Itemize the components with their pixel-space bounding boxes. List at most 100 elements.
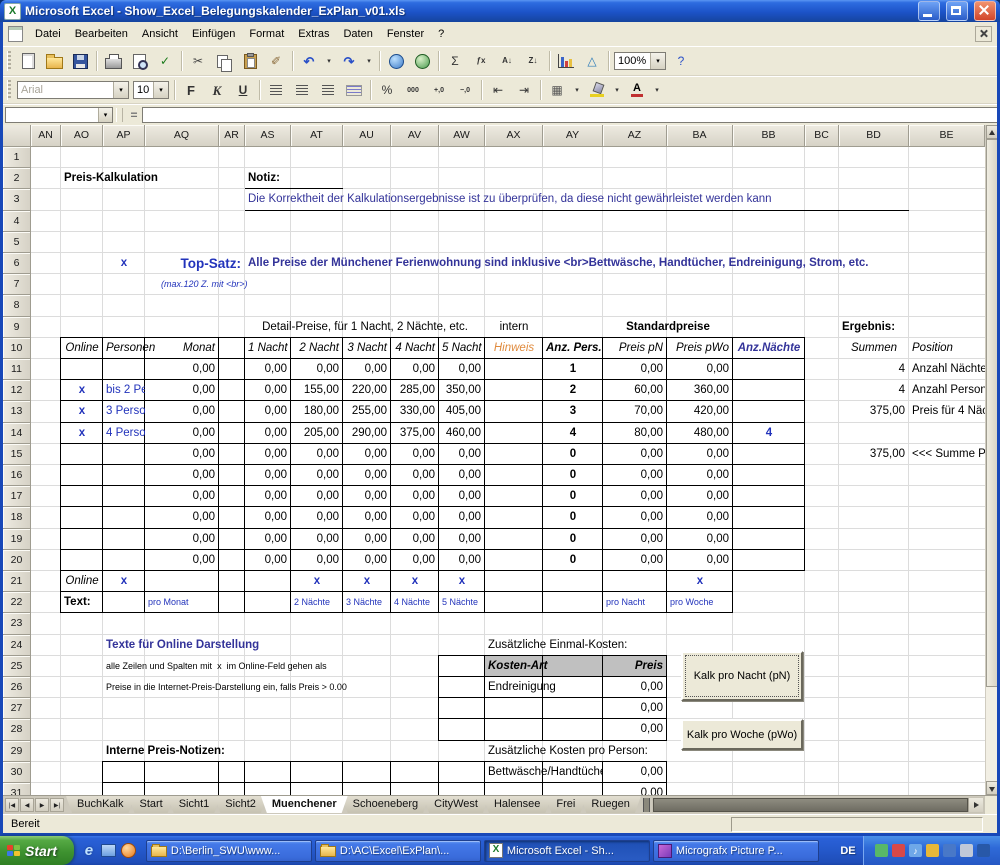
cell-bd13[interactable]: 375,00 bbox=[839, 401, 909, 422]
borders-button[interactable]: ▦ bbox=[545, 79, 569, 101]
cell-ay12[interactable]: 2 bbox=[543, 380, 603, 401]
close-button[interactable] bbox=[974, 1, 996, 21]
cell-be12[interactable]: Anzahl Personen bbox=[909, 380, 985, 401]
row-header-7[interactable]: 7 bbox=[3, 274, 31, 295]
cell-az25[interactable]: Preis bbox=[603, 656, 667, 677]
cell-aw20[interactable]: 0,00 bbox=[439, 550, 485, 571]
column-header-an[interactable]: AN bbox=[31, 125, 61, 147]
cell-az11[interactable]: 0,00 bbox=[603, 359, 667, 380]
sheet-tab-citywest[interactable]: CityWest bbox=[423, 796, 489, 813]
cell-as16[interactable]: 0,00 bbox=[245, 465, 291, 486]
cell-au16[interactable]: 0,00 bbox=[343, 465, 391, 486]
tray-icon-1[interactable] bbox=[875, 844, 888, 857]
row-header-15[interactable]: 15 bbox=[3, 444, 31, 465]
cell-av19[interactable]: 0,00 bbox=[391, 529, 439, 550]
cell-ay20[interactable]: 0 bbox=[543, 550, 603, 571]
sort-descending-button[interactable]: Z↓ bbox=[521, 50, 545, 72]
row-header-3[interactable]: 3 bbox=[3, 189, 31, 210]
cell-ay17[interactable]: 0 bbox=[543, 486, 603, 507]
tab-scroll-first-icon[interactable]: |◀ bbox=[5, 798, 19, 812]
taskbar-button-3[interactable]: XMicrosoft Excel - Sh... bbox=[484, 840, 650, 862]
cell-aq14[interactable]: 0,00 bbox=[145, 423, 219, 444]
sort-ascending-button[interactable]: A↓ bbox=[495, 50, 519, 72]
column-header-ay[interactable]: AY bbox=[543, 125, 603, 147]
cell-av14[interactable]: 375,00 bbox=[391, 423, 439, 444]
cell-ba20[interactable]: 0,00 bbox=[667, 550, 733, 571]
menu-item-datei[interactable]: Datei bbox=[28, 24, 68, 44]
fill-color-button[interactable] bbox=[585, 79, 609, 101]
cell-au17[interactable]: 0,00 bbox=[343, 486, 391, 507]
cell-av13[interactable]: 330,00 bbox=[391, 401, 439, 422]
print-preview-button[interactable] bbox=[127, 50, 151, 72]
cell-as12[interactable]: 0,00 bbox=[245, 380, 291, 401]
align-right-button[interactable] bbox=[316, 79, 340, 101]
cell-ax26[interactable]: Endreinigung bbox=[485, 677, 603, 698]
font-size-select[interactable]: 10▾ bbox=[133, 81, 169, 99]
row-header-30[interactable]: 30 bbox=[3, 762, 31, 783]
cell-aq6[interactable]: Top-Satz: bbox=[145, 253, 245, 274]
cell-at13[interactable]: 180,00 bbox=[291, 401, 343, 422]
cell-at14[interactable]: 205,00 bbox=[291, 423, 343, 444]
cell-ax29[interactable]: Zusätzliche Kosten pro Person: bbox=[485, 741, 667, 762]
cell-ao2[interactable]: Preis-Kalkulation bbox=[61, 168, 219, 189]
cell-bb10[interactable]: Anz.Nächte bbox=[733, 338, 805, 359]
cell-au10[interactable]: 3 Nacht bbox=[343, 338, 391, 359]
cell-ap6[interactable]: x bbox=[103, 253, 145, 274]
cell-be15[interactable]: <<< Summe Preis bbox=[909, 444, 985, 465]
cell-as3[interactable]: Die Korrektheit der Kalkulationsergebnis… bbox=[245, 189, 733, 210]
cell-ba21[interactable]: x bbox=[667, 571, 733, 592]
cell-ao13[interactable]: x bbox=[61, 401, 103, 422]
italic-button-button[interactable]: K bbox=[205, 79, 229, 101]
cell-aw18[interactable]: 0,00 bbox=[439, 507, 485, 528]
cell-at16[interactable]: 0,00 bbox=[291, 465, 343, 486]
cell-as20[interactable]: 0,00 bbox=[245, 550, 291, 571]
cell-ax25[interactable]: Kosten-Art bbox=[485, 656, 603, 677]
cell-ay19[interactable]: 0 bbox=[543, 529, 603, 550]
row-header-5[interactable]: 5 bbox=[3, 232, 31, 253]
font-size-select-dropdown-icon[interactable]: ▾ bbox=[153, 82, 168, 98]
row-header-18[interactable]: 18 bbox=[3, 507, 31, 528]
cell-ba17[interactable]: 0,00 bbox=[667, 486, 733, 507]
help-button[interactable]: ? bbox=[669, 50, 693, 72]
cell-ba18[interactable]: 0,00 bbox=[667, 507, 733, 528]
menu-item-einfugen[interactable]: Einfügen bbox=[185, 24, 242, 44]
row-header-4[interactable]: 4 bbox=[3, 211, 31, 232]
cell-at11[interactable]: 0,00 bbox=[291, 359, 343, 380]
cell-at18[interactable]: 0,00 bbox=[291, 507, 343, 528]
paste-button[interactable] bbox=[238, 50, 262, 72]
cell-ax24[interactable]: Zusätzliche Einmal-Kosten: bbox=[485, 635, 667, 656]
name-box-dropdown-icon[interactable]: ▾ bbox=[98, 108, 112, 122]
quick-launch-media-player[interactable] bbox=[120, 841, 138, 861]
cell-au13[interactable]: 255,00 bbox=[343, 401, 391, 422]
taskbar-button-4[interactable]: Micrografx Picture P... bbox=[653, 840, 819, 862]
percent-style-button[interactable]: % bbox=[375, 79, 399, 101]
open-button[interactable] bbox=[42, 50, 66, 72]
cell-ap25[interactable]: alle Zeilen und Spalten mit x im Online-… bbox=[103, 656, 391, 677]
row-header-9[interactable]: 9 bbox=[3, 317, 31, 338]
cell-au18[interactable]: 0,00 bbox=[343, 507, 391, 528]
menu-item-ansicht[interactable]: Ansicht bbox=[135, 24, 185, 44]
cell-ba22[interactable]: pro Woche bbox=[667, 592, 733, 613]
increase-indent-button[interactable]: ⇥ bbox=[512, 79, 536, 101]
row-header-24[interactable]: 24 bbox=[3, 635, 31, 656]
cell-ap10[interactable]: Personen bbox=[103, 338, 145, 359]
workbook-close-icon[interactable] bbox=[975, 26, 992, 42]
cell-aw13[interactable]: 405,00 bbox=[439, 401, 485, 422]
cell-aw15[interactable]: 0,00 bbox=[439, 444, 485, 465]
column-header-ap[interactable]: AP bbox=[103, 125, 145, 147]
column-header-ax[interactable]: AX bbox=[485, 125, 543, 147]
toolbar-grip[interactable] bbox=[7, 80, 11, 100]
row-header-25[interactable]: 25 bbox=[3, 656, 31, 677]
cell-ay15[interactable]: 0 bbox=[543, 444, 603, 465]
cell-at17[interactable]: 0,00 bbox=[291, 486, 343, 507]
vertical-scrollbar-thumb[interactable] bbox=[986, 139, 997, 687]
cell-aq17[interactable]: 0,00 bbox=[145, 486, 219, 507]
row-header-23[interactable]: 23 bbox=[3, 613, 31, 634]
tray-icon-7[interactable] bbox=[977, 844, 990, 857]
cell-as6[interactable]: Alle Preise der Münchener Ferienwohnung … bbox=[245, 253, 805, 274]
cell-az17[interactable]: 0,00 bbox=[603, 486, 667, 507]
cell-ax10[interactable]: Hinweis bbox=[485, 338, 543, 359]
cell-ao12[interactable]: x bbox=[61, 380, 103, 401]
font-name-select-dropdown-icon[interactable]: ▾ bbox=[113, 82, 128, 98]
cell-az28[interactable]: 0,00 bbox=[603, 719, 667, 740]
